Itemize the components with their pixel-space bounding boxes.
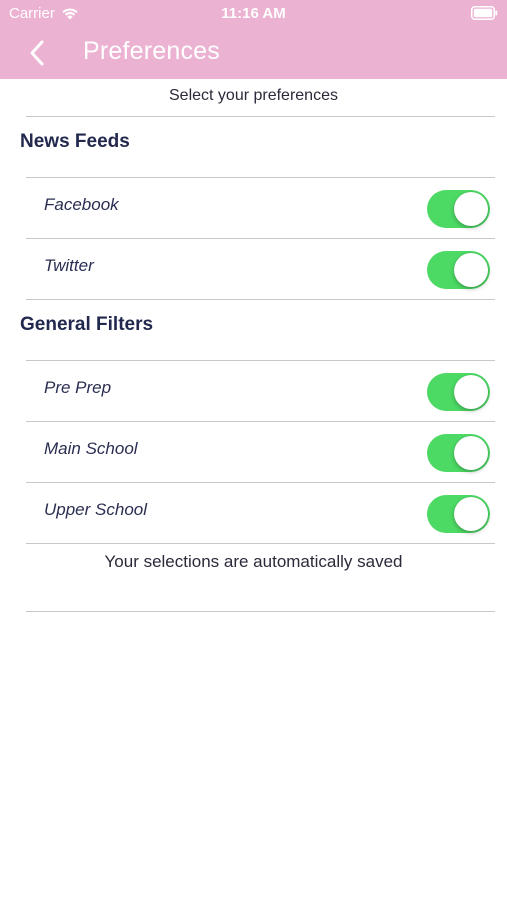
status-time: 11:16 AM <box>221 5 286 22</box>
divider <box>26 611 495 612</box>
toggle-pre-prep[interactable] <box>427 373 490 411</box>
back-button[interactable] <box>26 38 52 68</box>
toggle-facebook[interactable] <box>427 190 490 228</box>
divider <box>26 177 495 178</box>
battery-icon <box>471 6 498 20</box>
toggle-knob <box>454 436 488 470</box>
toggle-main-school[interactable] <box>427 434 490 472</box>
row-label-main-school: Main School <box>44 439 138 458</box>
divider <box>26 360 495 361</box>
divider <box>26 299 495 300</box>
header: Carrier 11:16 AM Preferences <box>0 0 507 79</box>
toggle-upper-school[interactable] <box>427 495 490 533</box>
toggle-twitter[interactable] <box>427 251 490 289</box>
divider <box>26 238 495 239</box>
status-bar: Carrier 11:16 AM <box>0 0 507 28</box>
row-label-facebook: Facebook <box>44 195 119 214</box>
divider <box>26 482 495 483</box>
divider <box>26 543 495 544</box>
row-label-pre-prep: Pre Prep <box>44 378 112 397</box>
row-label-upper-school: Upper School <box>44 500 148 519</box>
intro-text: Select your preferences <box>169 87 338 104</box>
divider <box>26 421 495 422</box>
toggle-knob <box>454 497 488 531</box>
toggle-knob <box>454 253 488 287</box>
navigation-bar: Preferences <box>0 28 507 79</box>
section-title-general-filters: General Filters <box>20 314 154 335</box>
auto-save-note: Your selections are automatically saved <box>104 552 403 571</box>
preferences-screen: Carrier 11:16 AM Preferences Select your… <box>0 0 507 900</box>
page-title: Preferences <box>83 37 220 65</box>
toggle-knob <box>454 192 488 226</box>
toggle-knob <box>454 375 488 409</box>
section-title-news-feeds: News Feeds <box>20 131 130 152</box>
row-label-twitter: Twitter <box>44 256 94 275</box>
chevron-left-icon <box>30 40 44 66</box>
divider <box>26 116 495 117</box>
